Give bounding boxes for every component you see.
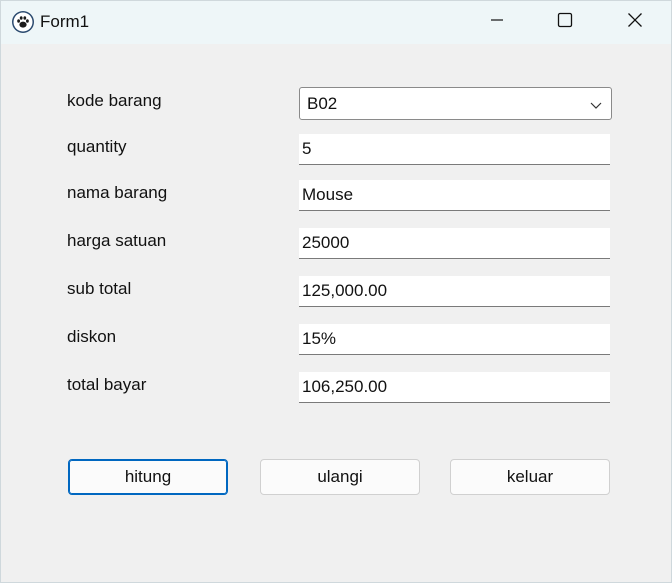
minimize-icon (490, 13, 504, 32)
maximize-icon (557, 12, 573, 33)
quantity-input[interactable]: 5 (299, 134, 610, 165)
quantity-label: quantity (67, 137, 127, 156)
total-bayar-input[interactable]: 106,250.00 (299, 372, 610, 403)
nama-barang-input[interactable]: Mouse (299, 180, 610, 211)
hitung-button[interactable]: hitung (68, 459, 228, 495)
kode-barang-value: B02 (307, 94, 338, 113)
ulangi-button[interactable]: ulangi (260, 459, 420, 495)
title-bar[interactable]: Form1 (1, 1, 671, 44)
window-title: Form1 (40, 12, 90, 31)
minimize-button[interactable] (467, 1, 527, 44)
maximize-button[interactable] (535, 1, 595, 44)
nama-barang-label: nama barang (67, 183, 168, 202)
close-button[interactable] (605, 1, 665, 44)
harga-satuan-label: harga satuan (67, 231, 167, 250)
kode-barang-combobox[interactable]: B02 (299, 87, 612, 120)
sub-total-input[interactable]: 125,000.00 (299, 276, 610, 307)
diskon-label: diskon (67, 327, 117, 346)
kode-barang-label: kode barang (67, 91, 162, 110)
close-icon (627, 12, 643, 33)
total-bayar-label: total bayar (67, 375, 147, 394)
form-window: Form1 kode barang B02 quantity 5 nama ba… (0, 0, 672, 583)
sub-total-label: sub total (67, 279, 132, 298)
paw-icon[interactable] (11, 10, 35, 34)
harga-satuan-input[interactable]: 25000 (299, 228, 610, 259)
chevron-down-icon[interactable] (589, 97, 603, 111)
keluar-button[interactable]: keluar (450, 459, 610, 495)
diskon-input[interactable]: 15% (299, 324, 610, 355)
